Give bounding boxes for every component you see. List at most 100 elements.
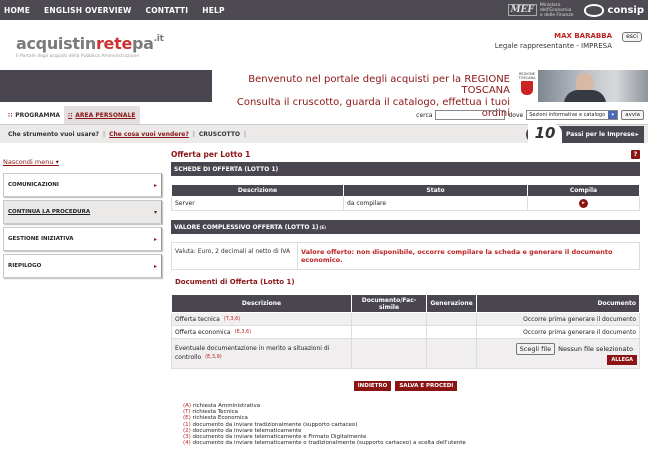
separator: | [192,130,195,138]
no-file-label: Nessun file selezionato [558,345,633,353]
site-logo[interactable]: acquistinretepa.it Il Portale degli acqu… [16,34,164,59]
doc-name: Offerta tecnica [175,315,220,323]
legend-text: documento da inviare telematicamente [192,427,302,434]
valore-status-message: Valore offerto: non disponibile, occorre… [301,248,613,264]
choose-file-button[interactable]: Scegli file [515,343,556,355]
legend-code: (3) [183,434,191,441]
doc-refs: (E,3,9) [205,354,222,360]
file-picker: Scegli file Nessun file selezionato [515,343,633,355]
sidebar-item-comunicazioni[interactable]: COMUNICAZIONI ▸ [3,173,162,197]
doc-refs: (E,3,6) [234,328,252,335]
arrow-right-icon: ▸ [635,131,639,138]
ten-steps-button[interactable]: 10 Passi per le Imprese ▸ [526,123,644,143]
salva-procedi-button[interactable]: SALVA E PROCEDI [395,381,458,391]
column-header: Documento [476,294,640,313]
logout-button[interactable]: esci [622,32,642,42]
legend-text: documento da inviare telematicamente e F… [192,434,367,441]
form-actions: INDIETRO SALVA E PROCEDI [171,381,640,391]
mef-text-line: e delle Finanze [539,12,574,18]
nav-english-overview[interactable]: ENGLISH OVERVIEW [44,6,131,15]
tab-programma[interactable]: ∷ PROGRAMMA [4,106,64,124]
legend-code: (T) [183,409,191,416]
sidebar-item-riepilogo[interactable]: RIEPILOGO ▸ [3,254,162,278]
page-title: Offerta per Lotto 1 [171,149,251,159]
legend-text: documento da inviare telematicamente o t… [192,440,466,447]
sidebar-item-label: COMUNICAZIONI [8,182,59,188]
top-nav: HOME ENGLISH OVERVIEW CONTATTI HELP [4,6,225,15]
legend-code: (2) [183,427,191,434]
hide-menu-link[interactable]: Nascondi menu ▾ [3,158,162,166]
dove-select-value: Sezioni informative e catalogo [529,112,606,118]
search-area: cerca dove Sezioni informative e catalog… [416,110,644,120]
sidebar-item-label: RIEPILOGO [8,263,42,269]
link-strumento[interactable]: Che strumento vuoi usare? [8,131,99,138]
dove-label: dove [508,111,524,119]
search-input[interactable] [435,110,506,120]
cell-facsimile [351,338,427,369]
banner-line1: Benvenuto nel portale degli acquisti per… [248,74,510,96]
banner-dark-block [0,70,212,102]
cell-facsimile [351,325,427,339]
consip-logo-icon [583,3,604,17]
quick-links-bar: Che strumento vuoi usare? | Che cosa vuo… [0,123,648,143]
allega-button[interactable]: ALLEGA [607,355,637,365]
nav-help[interactable]: HELP [202,6,224,15]
mef-logo-mark: MEF [507,4,537,16]
valore-currency-note: Valuta: Euro, 2 decimali al netto di IVA [172,243,298,269]
legend-text: documento da inviare tradizionalmente (s… [192,421,358,428]
separator: | [103,130,106,138]
crest-text-line: TOSCANA [518,76,536,80]
nav-contatti[interactable]: CONTATTI [146,6,189,15]
welcome-banner: Benvenuto nel portale degli acquisti per… [0,70,648,119]
link-cruscotto[interactable]: CRUSCOTTO [199,131,240,138]
tab-label: PROGRAMMA [15,111,61,119]
sidebar-item-label: GESTIONE INIZIATIVA [8,236,74,242]
legend-text: richiesta Tecnica [192,409,238,416]
consip-logo[interactable]: consip [583,3,644,17]
regione-toscana-crest: REGIONE TOSCANA [516,70,538,102]
legend-code: (E) [183,415,191,422]
chevron-down-icon: ▾ [153,208,157,216]
site-header: acquistinretepa.it Il Portale degli acqu… [0,20,648,70]
top-navigation-bar: HOME ENGLISH OVERVIEW CONTATTI HELP MEF … [0,0,648,20]
chevron-down-icon: ▾ [55,158,59,166]
user-info: MAX BARABBA Legale rappresentante - IMPR… [495,32,612,50]
legend-code: (4) [183,440,191,447]
grip-icon: ∷ [68,111,73,119]
cell-descrizione: Offerta economica (E,3,6) [171,325,352,339]
dove-select[interactable]: Sezioni informative e catalogo ▾ [526,110,619,120]
indietro-button[interactable]: INDIETRO [353,381,392,391]
docs-section-title: Documenti di Offerta (Lotto 1) [175,278,295,286]
documents-table: Descrizione Documento/Fac-simile Generaz… [171,294,640,369]
mef-text-line: dell'Economia [539,7,572,13]
help-icon[interactable]: ? [631,149,640,159]
valore-title: VALORE COMPLESSIVO OFFERTA (LOTTO 1) [174,223,319,231]
nav-home[interactable]: HOME [4,6,30,15]
sidebar-item-continua-procedura[interactable]: CONTINUA LA PROCEDURA ▾ [3,200,162,224]
compila-arrow-icon[interactable]: ▸ [579,199,588,208]
sidebar-item-label: CONTINUA LA PROCEDURA [8,209,91,215]
separator: | [244,130,247,138]
logo-part: rete [95,34,133,53]
partner-logos: MEF Ministero dell'Economia e delle Fina… [507,3,644,18]
ten-steps-number: 10 [528,123,562,143]
main-panel: Offerta per Lotto 1 ? SCHEDE DI OFFERTA … [162,149,648,446]
sidebar-item-gestione-iniziativa[interactable]: GESTIONE INIZIATIVA ▸ [3,227,162,251]
ten-steps-label: Passi per le Imprese [566,131,635,138]
column-header: Descrizione [171,184,344,197]
logo-part: acquistin [16,34,96,53]
avvia-button[interactable]: avvia [621,110,644,120]
tab-area-personale[interactable]: ∷ AREA PERSONALE [64,106,140,124]
logo-wordmark: acquistinretepa.it [16,34,164,53]
legend-text: richiesta Economica [192,415,248,422]
column-header: Descrizione [171,294,352,313]
mef-logo[interactable]: MEF Ministero dell'Economia e delle Fina… [507,3,574,18]
valore-ref: (E) [319,224,326,230]
legend-code: (A) [183,403,192,409]
doc-name: Eventuale documentazione in merito a sit… [175,345,330,361]
legend-code: (1) [183,421,191,428]
link-cosa-vendere[interactable]: Che cosa vuoi vendere? [109,131,189,138]
cell-descrizione: Eventuale documentazione in merito a sit… [171,338,352,369]
schede-table: Descrizione Stato Compila Server da comp… [171,184,640,211]
tab-label: AREA PERSONALE [75,111,136,119]
